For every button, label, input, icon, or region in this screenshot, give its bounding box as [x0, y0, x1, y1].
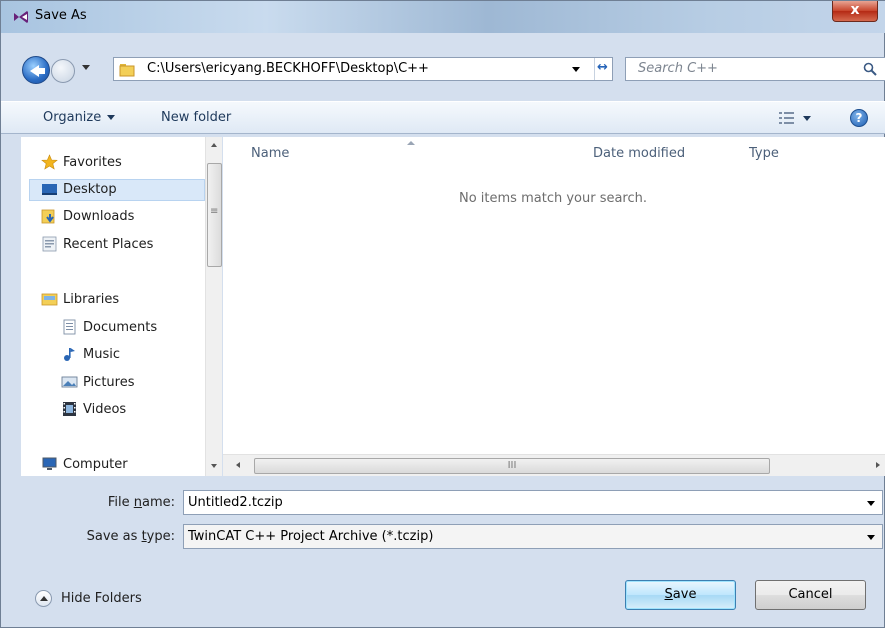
downloads-icon	[41, 209, 55, 224]
save-as-type-select[interactable]: TwinCAT C++ Project Archive (*.tczip)	[183, 524, 883, 549]
scrollbar-grip: III	[507, 460, 517, 471]
help-icon: ?	[855, 111, 863, 125]
save-as-type-label: Save as type:	[86, 529, 175, 544]
nav-label: Videos	[83, 402, 127, 417]
recent-pages-dropdown[interactable]	[82, 65, 90, 70]
column-header-type[interactable]: Type	[749, 146, 779, 161]
address-path: C:\Users\ericyang.BECKHOFF\Desktop\C++	[147, 61, 429, 76]
address-dropdown-icon[interactable]	[572, 67, 580, 72]
search-placeholder: Search C++	[638, 61, 718, 76]
nav-item-pictures[interactable]: Pictures	[61, 372, 201, 394]
nav-label: Downloads	[63, 209, 135, 224]
nav-item-computer[interactable]: Computer	[41, 454, 191, 476]
file-name-label: File name:	[107, 495, 175, 510]
nav-label: Libraries	[63, 292, 120, 307]
nav-label: Recent Places	[63, 237, 154, 252]
nav-label: Desktop	[63, 182, 117, 197]
change-view-icon[interactable]	[779, 110, 813, 126]
nav-label: Pictures	[83, 375, 135, 390]
pictures-icon	[61, 376, 78, 388]
window-title: Save As	[35, 8, 87, 23]
libraries-icon	[41, 293, 58, 306]
close-icon: x	[850, 2, 860, 18]
visual-studio-icon	[14, 11, 28, 23]
save-button[interactable]: Save	[625, 580, 736, 610]
organize-button[interactable]: Organize	[43, 110, 116, 125]
chevron-down-icon[interactable]	[867, 501, 875, 506]
nav-item-documents[interactable]: Documents	[61, 317, 201, 339]
navigation-pane: Favorites Desktop Downloads Recent Place…	[21, 137, 205, 476]
file-list-horizontal-scrollbar[interactable]: III	[223, 454, 885, 476]
recent-places-icon	[42, 236, 57, 252]
nav-label: Favorites	[63, 155, 122, 170]
back-button[interactable]	[22, 56, 50, 84]
scroll-up-icon[interactable]	[211, 143, 217, 147]
refresh-button[interactable]: ↔	[594, 58, 613, 80]
nav-item-videos[interactable]: Videos	[61, 399, 201, 421]
new-folder-button[interactable]: New folder	[161, 110, 231, 125]
column-header-name[interactable]: Name	[251, 146, 289, 161]
chevron-down-icon	[107, 115, 116, 120]
file-list[interactable]: Name Date modified Type No items match y…	[223, 137, 885, 476]
cancel-button[interactable]: Cancel	[755, 580, 866, 610]
close-button[interactable]: x	[832, 1, 878, 22]
forward-button[interactable]	[51, 59, 75, 83]
scrollbar-thumb[interactable]	[207, 163, 222, 267]
chevron-down-icon[interactable]	[867, 535, 875, 540]
search-input[interactable]: Search C++	[625, 57, 885, 81]
scroll-left-icon[interactable]	[236, 462, 240, 468]
documents-icon	[63, 319, 76, 335]
column-header-date-modified[interactable]: Date modified	[593, 146, 685, 161]
chevron-up-icon	[35, 590, 52, 607]
nav-item-libraries[interactable]: Libraries	[41, 289, 191, 311]
title-bar[interactable]: Save As x	[1, 1, 885, 33]
save-as-dialog: Save As x C:\Users\ericyang.BECKHOFF\Des…	[0, 0, 885, 628]
file-name-value: Untitled2.tczip	[188, 495, 283, 510]
nav-label: Music	[83, 347, 120, 362]
command-bar: Organize New folder ?	[1, 101, 885, 134]
organize-label: Organize	[43, 110, 102, 125]
nav-item-recent-places[interactable]: Recent Places	[41, 234, 201, 256]
videos-icon	[63, 402, 76, 416]
search-icon[interactable]	[863, 62, 877, 76]
address-bar[interactable]: C:\Users\ericyang.BECKHOFF\Desktop\C++ ↔	[113, 57, 613, 81]
nav-label: Computer	[63, 457, 128, 472]
save-as-type-value: TwinCAT C++ Project Archive (*.tczip)	[188, 529, 434, 544]
refresh-icon: ↔	[597, 60, 608, 75]
star-icon	[41, 154, 58, 170]
hide-folders-label: Hide Folders	[61, 591, 142, 606]
help-button[interactable]: ?	[850, 109, 868, 127]
nav-item-favorites[interactable]: Favorites	[41, 152, 191, 174]
navigation-scrollbar[interactable]	[205, 137, 222, 476]
desktop-icon	[42, 184, 57, 195]
scroll-right-icon[interactable]	[876, 462, 880, 468]
nav-label: Documents	[83, 320, 158, 335]
computer-icon	[42, 457, 57, 470]
scroll-down-icon[interactable]	[211, 464, 217, 468]
nav-item-downloads[interactable]: Downloads	[41, 206, 191, 228]
folder-icon	[119, 64, 135, 77]
file-name-field[interactable]: Untitled2.tczip	[183, 490, 883, 515]
sort-ascending-icon	[407, 141, 415, 145]
empty-message: No items match your search.	[459, 191, 648, 206]
nav-item-music[interactable]: Music	[61, 344, 201, 366]
scrollbar-thumb[interactable]: III	[254, 458, 770, 474]
music-icon	[64, 348, 75, 361]
nav-item-desktop[interactable]: Desktop	[29, 179, 205, 201]
